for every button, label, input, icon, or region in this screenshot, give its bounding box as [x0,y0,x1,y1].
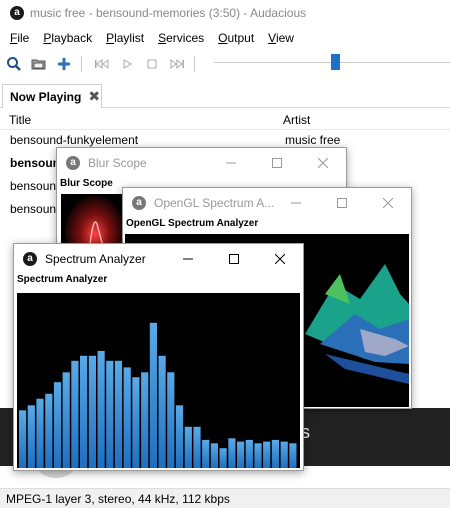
playlist-tabbar: Now Playing ✖ [0,82,450,108]
spectrum-canvas [17,293,300,468]
close-icon[interactable] [300,148,346,178]
menu-services[interactable]: Services [158,31,204,45]
play-icon[interactable] [116,53,138,75]
spectrum-label: Spectrum Analyzer [17,274,108,285]
spectrum-bar [19,410,27,468]
menubar: File Playback Playlist Services Output V… [0,28,450,48]
app-title: music free - bensound-memories (3:50) - … [30,6,307,20]
previous-icon[interactable] [91,53,113,75]
audacious-logo-icon: a [23,252,37,266]
spectrum-bar [271,439,279,468]
spectrum-bar [245,439,253,468]
spectrum-bar [71,360,79,468]
menu-file[interactable]: File [10,31,29,45]
spectrum-bar [123,367,131,468]
app-titlebar: a music free - bensound-memories (3:50) … [0,0,450,26]
audacious-logo-icon: a [132,196,146,210]
playlist-header: Title Artist [0,110,450,130]
blur-scope-titlebar[interactable]: a Blur Scope [57,148,346,178]
menu-view[interactable]: View [268,31,294,45]
add-icon[interactable] [53,53,75,75]
spectrum-bar [228,438,236,468]
tab-now-playing[interactable]: Now Playing ✖ [2,84,102,108]
next-icon[interactable] [166,53,188,75]
toolbar-separator [81,56,82,72]
search-icon[interactable] [3,53,25,75]
row-title: bensoun [10,179,57,193]
window-title: Blur Scope [88,156,147,170]
spectrum-analyzer-window[interactable]: a Spectrum Analyzer Spectrum Analyzer [13,243,304,471]
spectrum-bar [202,439,210,468]
maximize-icon[interactable] [211,244,257,274]
spectrum-bar [175,405,184,468]
spectrum-bar [132,377,140,468]
toolbar-separator [194,56,195,72]
menu-output[interactable]: Output [218,31,254,45]
spectrum-bar [97,350,105,468]
spectrum-bar [184,426,192,468]
status-bar: MPEG-1 layer 3, stereo, 44 kHz, 112 kbps [0,488,450,508]
column-title[interactable]: Title [9,113,31,127]
spectrum-bar [158,355,166,468]
spectrum-bar [88,355,96,468]
seek-handle[interactable] [331,54,340,70]
spectrum-bar [237,441,245,468]
spectrum-titlebar[interactable]: a Spectrum Analyzer [14,244,303,274]
close-icon[interactable] [257,244,303,274]
menu-playlist[interactable]: Playlist [106,31,144,45]
spectrum-bar [45,393,53,468]
spectrum-bar [289,443,297,468]
maximize-icon[interactable] [254,148,300,178]
row-title: bensoun [10,202,57,216]
spectrum-bar [27,405,35,468]
window-controls [165,244,303,274]
folder-open-icon[interactable] [28,53,50,75]
window-controls [273,188,411,218]
audacious-logo-icon: a [10,6,24,20]
opengl-titlebar[interactable]: a OpenGL Spectrum A... [123,188,411,218]
spectrum-bar [280,441,288,468]
spectrum-bar [167,372,175,468]
maximize-icon[interactable] [319,188,365,218]
spectrum-bar [254,443,262,468]
minimize-icon[interactable] [165,244,211,274]
row-artist: music free [285,133,341,147]
audacious-logo-icon: a [66,156,80,170]
spectrum-bar [210,443,218,468]
spectrum-bar [141,372,149,468]
column-artist[interactable]: Artist [283,113,310,127]
spectrum-bar [114,360,123,468]
spectrum-bar [106,360,114,468]
window-title: Spectrum Analyzer [45,252,146,266]
row-title: bensound-funkyelement [10,133,139,147]
tab-label: Now Playing [10,89,82,104]
spectrum-bar [219,448,227,468]
spectrum-bar [53,382,62,468]
stop-icon[interactable] [141,53,163,75]
spectrum-bar [149,322,157,468]
window-controls [208,148,346,178]
close-icon[interactable] [365,188,411,218]
opengl-label: OpenGL Spectrum Analyzer [126,218,259,229]
spectrum-bar [80,355,88,468]
minimize-icon[interactable] [208,148,254,178]
window-title: OpenGL Spectrum A... [154,196,275,210]
close-icon[interactable]: ✖ [88,88,100,105]
spectrum-bar [36,398,44,468]
spectrum-bar [62,372,70,468]
minimize-icon[interactable] [273,188,319,218]
spectrum-bar [193,426,201,468]
menu-playback[interactable]: Playback [43,31,92,45]
toolbar [0,51,450,77]
spectrum-bar [263,441,271,468]
row-title: bensoun [10,156,60,170]
